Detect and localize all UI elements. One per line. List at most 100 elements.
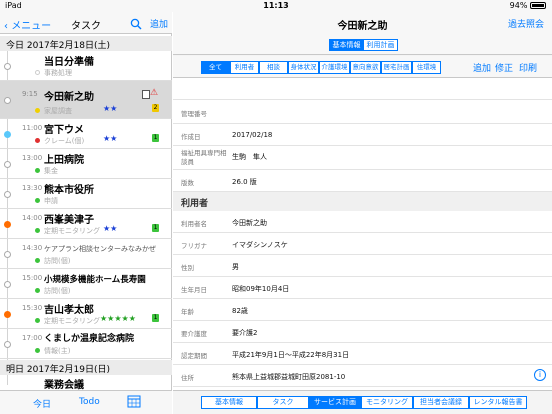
task-row[interactable]: 17:00 くましか温泉記念病院 情報(主) [0,329,172,359]
task-row[interactable]: 15:00 小規模多機能ホーム長寿園 訪問(個) [0,269,172,299]
priority-stars: ★★★★★ [100,314,136,323]
battery-icon [530,2,546,9]
category-dot [35,168,40,173]
filter-care-env[interactable]: 介護環境 [319,61,350,74]
segment-usage-plan[interactable]: 利用計画 [363,39,398,51]
timeline-node [4,251,11,258]
field-value: イマダシンノスケ [232,241,288,249]
todo-tab[interactable]: Todo [79,397,100,407]
print-button[interactable]: 印刷 [519,61,537,74]
task-row[interactable]: 業務会議 [0,375,172,391]
task-name: 西峯美津子 [44,215,94,226]
field-row: 福祉用具専門相談員 生駒 隼人 [173,146,552,170]
add-button[interactable]: 追加 [473,61,491,74]
filter-living[interactable]: 住環境 [412,61,441,74]
battery-indicator: 94% [510,1,546,10]
field-row: 管理番号 [173,100,552,124]
task-category: 集金 [44,167,58,175]
tab-task[interactable]: タスク [257,396,309,409]
add-task-button[interactable]: 追加 [150,17,168,30]
priority-stars: ★★ [103,224,118,233]
field-row: 利用者名 今田新之助 [173,211,552,233]
task-name: 宮下ウメ [44,125,84,136]
calendar-icon[interactable] [127,394,141,411]
task-row[interactable]: 14:30 ケアプラン相談センターみなみかぜ 訪問(個) [0,239,172,269]
task-row[interactable]: 11:00 宮下ウメ クレーム(個) ★★ 1 [0,119,172,149]
priority-stars: ★★ [103,134,118,143]
field-row: 住所 熊本県上益城郡益城町田原2081-10 i [173,365,552,387]
filter-all[interactable]: 全て [201,61,230,74]
clock: 11:13 [263,1,289,10]
task-time: 13:30 [22,184,43,192]
field-label: 性別 [181,264,194,272]
field-value: 生駒 隼人 [232,153,267,161]
field-value: 男 [232,263,239,271]
detail-pane: 今田新之助 過去照会 基本情報 利用計画 全て 利用者 相談 身体状況 介護環境… [173,12,552,414]
filter-physical[interactable]: 身体状況 [288,61,319,74]
info-icon[interactable]: i [534,369,546,381]
field-label: 生年月日 [181,286,207,294]
today-tab[interactable]: 今日 [33,397,51,410]
field-label: 年齢 [181,308,194,316]
task-time: 13:00 [22,154,43,162]
field-value: 平成21年9月1日〜平成22年8月31日 [232,351,350,359]
category-dot [35,228,40,233]
category-dot [35,258,40,263]
filter-user[interactable]: 利用者 [230,61,259,74]
task-name: 当日分準備 [44,57,94,68]
tab-monitoring[interactable]: モニタリング [361,396,413,409]
task-category: 家屋調査 [44,107,72,115]
segment-basic-info[interactable]: 基本情報 [329,39,364,51]
detail-nav-bar: 今田新之助 過去照会 基本情報 利用計画 [173,12,552,55]
field-row: 認定期間 平成21年9月1日〜平成22年8月31日 [173,343,552,365]
filter-consult[interactable]: 相談 [259,61,288,74]
field-label: 福祉用具専門相談員 [181,149,227,166]
field-value: 昭和09年10月4日 [232,285,290,293]
field-value: 82歳 [232,307,248,315]
field-row: フリガナ イマダシンノスケ [173,233,552,255]
timeline-node [4,63,11,70]
tab-service-plan[interactable]: サービス計画 [309,396,361,409]
day-header-tomorrow: 明日 2017年2月19日(日) [0,360,172,375]
history-button[interactable]: 過去照会 [508,17,544,30]
task-row[interactable]: 当日分準備 事務処理 [0,51,172,81]
priority-stars: ★★ [103,104,118,113]
field-row: 要介護度 要介護2 [173,321,552,343]
search-icon[interactable] [130,15,144,30]
bottom-tab-bar: 基本情報 タスク サービス計画 モニタリング 担当者会議録 レンタル報告書 [173,390,552,414]
task-category: 定期モニタリング [44,317,100,325]
task-tab-bar: 今日 Todo [0,390,172,414]
filter-intent[interactable]: 意向意欲 [350,61,381,74]
task-name: 小規模多機能ホーム長寿園 [44,275,146,285]
task-name: 吉山孝太郎 [44,305,94,316]
category-dot [35,198,40,203]
timeline-node [4,161,11,168]
task-row[interactable]: 14:00 西峯美津子 定期モニタリング ★★ 1 [0,209,172,239]
task-row-selected[interactable]: 9:15 今田新之助 家屋調査 ★★ ⚠ 2 [0,81,172,119]
tab-basic-info[interactable]: 基本情報 [201,396,257,409]
task-row[interactable]: 15:30 吉山孝太郎 定期モニタリング ★★★★★ 1 [0,299,172,329]
category-dot [35,108,40,113]
tab-staff-meeting[interactable]: 担当者会議録 [413,396,469,409]
task-category: 情報(主) [44,347,71,355]
task-row[interactable]: 13:30 熊本市役所 申請 [0,179,172,209]
filter-home-plan[interactable]: 居宅計画 [381,61,412,74]
field-label: フリガナ [181,242,207,250]
task-category: 申請 [44,197,58,205]
warning-icon: ⚠ [150,88,159,98]
timeline-node [4,191,11,198]
section-header-user: 利用者 [173,192,552,211]
field-row: 性別 男 [173,255,552,277]
task-name: ケアプラン相談センターみなみかぜ [44,245,156,253]
edit-button[interactable]: 修正 [495,61,513,74]
task-time: 17:00 [22,334,43,342]
category-dot [35,348,40,353]
task-row[interactable]: 13:00 上田病院 集金 [0,149,172,179]
task-nav-bar: ‹ メニュー タスク 追加 [0,12,172,34]
count-badge: 1 [152,134,159,142]
battery-percent: 94% [509,1,528,10]
day-header-today: 今日 2017年2月18日(土) [0,36,172,51]
field-value: 熊本県上益城郡益城町田原2081-10 [232,373,346,381]
tab-rental-report[interactable]: レンタル報告書 [469,396,527,409]
task-name: 上田病院 [44,155,84,166]
